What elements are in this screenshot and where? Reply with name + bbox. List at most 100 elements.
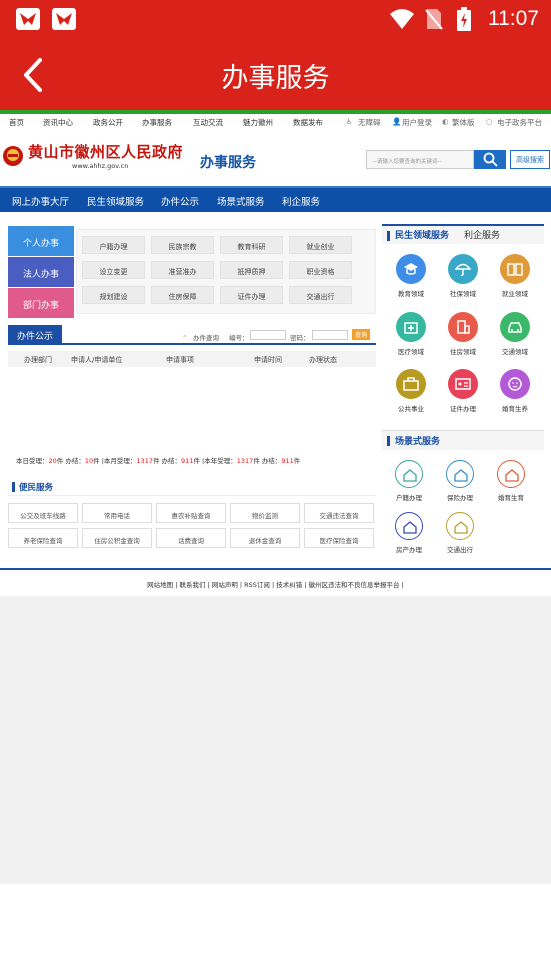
service-item[interactable]: 民族宗教 <box>151 236 214 254</box>
search-input[interactable]: --请输入您要查询的关键词-- <box>366 150 474 169</box>
site-name: 黄山市徽州区人民政府 <box>28 143 184 161</box>
column-header: 办理部门 <box>24 356 52 364</box>
stat-unit: 件 <box>56 457 64 465</box>
household-icon <box>395 460 423 488</box>
convenience-item[interactable]: 物价监测 <box>230 503 300 523</box>
topnav-item-interaction[interactable]: 互动交流 <box>193 117 223 128</box>
accessibility-link[interactable]: 无障碍 <box>358 117 381 128</box>
convenience-item[interactable]: 医疗保险查询 <box>304 528 374 548</box>
stat-today: 20 <box>48 457 57 465</box>
scene-item[interactable]: 房产办理 <box>384 512 434 554</box>
graduation-cap-icon <box>396 254 426 284</box>
mainnav-item-livelihood[interactable]: 民生领域服务 <box>87 194 144 208</box>
topnav-item-services[interactable]: 办事服务 <box>142 117 172 128</box>
convenience-item[interactable]: 退休金查询 <box>230 528 300 548</box>
scene-item[interactable]: 户籍办理 <box>384 460 434 502</box>
tab-livelihood[interactable]: 民生领域服务 <box>395 228 449 241</box>
service-item[interactable]: 证件办理 <box>220 286 283 304</box>
topnav-item-gov-open[interactable]: 政务公开 <box>93 117 123 128</box>
number-input[interactable] <box>250 330 286 340</box>
stat-unit: 件 <box>293 457 301 465</box>
livelihood-item[interactable]: 证件办理 <box>438 369 488 413</box>
section-marker <box>387 231 390 241</box>
livelihood-item[interactable]: 社保领域 <box>438 254 488 298</box>
stat-year: 1317 <box>236 457 254 465</box>
tab-notice[interactable]: 办件公示 <box>8 325 62 345</box>
insurance-icon <box>446 460 474 488</box>
mainnav-item-scene[interactable]: 场景式服务 <box>217 194 265 208</box>
app-bar: 办事服务 <box>0 38 551 112</box>
clock: 11:07 <box>488 7 539 30</box>
mainnav-item-enterprise[interactable]: 利企服务 <box>282 194 320 208</box>
convenience-item[interactable]: 住房公积金查询 <box>82 528 152 548</box>
transport-icon <box>446 512 474 540</box>
service-item[interactable]: 准营准办 <box>151 261 214 279</box>
topnav-item-charm[interactable]: 魅力徽州 <box>243 117 273 128</box>
service-item[interactable]: 户籍办理 <box>82 236 145 254</box>
service-item[interactable]: 抵押质押 <box>220 261 283 279</box>
topnav-item-data[interactable]: 数据发布 <box>293 117 323 128</box>
convenience-item[interactable]: 惠农补贴查询 <box>156 503 226 523</box>
platform-icon: ○ <box>486 117 493 126</box>
main-nav: 网上办事大厅 民生领域服务 办件公示 场景式服务 利企服务 <box>0 186 551 212</box>
section-marker <box>12 482 15 492</box>
scene-item[interactable]: 婚育生育 <box>486 460 536 502</box>
advanced-search-button[interactable]: 高级搜索 <box>510 150 550 169</box>
scene-item[interactable]: 保险办理 <box>435 460 485 502</box>
query-button[interactable]: 查询 <box>352 329 370 340</box>
tab-department[interactable]: 部门办事 <box>8 288 74 318</box>
status-bar: 11:07 <box>0 0 551 38</box>
convenience-item[interactable]: 话费查询 <box>156 528 226 548</box>
livelihood-label: 证件办理 <box>450 405 476 413</box>
tab-legal-person[interactable]: 法人办事 <box>8 257 74 287</box>
livelihood-item[interactable]: 婚育生养 <box>490 369 540 413</box>
convenience-header: 便民服务 <box>8 480 376 496</box>
search-button[interactable] <box>474 150 506 169</box>
service-item[interactable]: 住房保障 <box>151 286 214 304</box>
search-icon: ⌕ <box>183 332 187 340</box>
briefcase-icon <box>396 369 426 399</box>
service-item[interactable]: 交通出行 <box>289 286 352 304</box>
service-item[interactable]: 设立变更 <box>82 261 145 279</box>
marriage-icon <box>497 460 525 488</box>
scene-item[interactable]: 交通出行 <box>435 512 485 554</box>
footer-links[interactable]: 网站地图 | 联系我们 | 网站声明 | RSS订阅 | 技术纠错 | 徽州区违… <box>0 570 551 596</box>
tab-personal[interactable]: 个人办事 <box>8 226 74 256</box>
convenience-item[interactable]: 养老保险查询 <box>8 528 78 548</box>
livelihood-item[interactable]: 医疗领域 <box>386 312 436 356</box>
left-tabs: 个人办事 法人办事 部门办事 <box>8 226 74 319</box>
topnav-item-home[interactable]: 首页 <box>9 117 24 128</box>
e-gov-link[interactable]: 电子政务平台 <box>497 117 542 128</box>
stat-unit: 件 <box>152 457 160 465</box>
blank-area <box>0 596 551 884</box>
livelihood-item[interactable]: 就业领域 <box>490 254 540 298</box>
convenience-item[interactable]: 常用电话 <box>82 503 152 523</box>
property-icon <box>395 512 423 540</box>
site-url: www.ahhz.gov.cn <box>72 162 129 170</box>
service-item[interactable]: 职业资格 <box>289 261 352 279</box>
login-link[interactable]: 用户登录 <box>402 117 432 128</box>
service-item[interactable]: 教育科研 <box>220 236 283 254</box>
app-notification-icon <box>52 8 76 30</box>
topnav-item-news[interactable]: 资讯中心 <box>43 117 73 128</box>
stat-unit: 件 <box>93 457 100 465</box>
service-item[interactable]: 就业创业 <box>289 236 352 254</box>
livelihood-label: 住房领域 <box>450 348 476 356</box>
convenience-item[interactable]: 公交及班车线路 <box>8 503 78 523</box>
wifi-icon <box>390 9 414 29</box>
password-input[interactable] <box>312 330 348 340</box>
password-label: 密码： <box>290 334 310 342</box>
tab-enterprise[interactable]: 利企服务 <box>464 228 500 241</box>
livelihood-item[interactable]: 住房领域 <box>438 312 488 356</box>
livelihood-item[interactable]: 教育领域 <box>386 254 436 298</box>
mainnav-item-hall[interactable]: 网上办事大厅 <box>12 194 69 208</box>
livelihood-item[interactable]: 公共事业 <box>386 369 436 413</box>
traditional-link[interactable]: 繁体版 <box>452 117 475 128</box>
scene-header: 场景式服务 <box>382 430 544 450</box>
umbrella-icon <box>448 254 478 284</box>
livelihood-item[interactable]: 交通领域 <box>490 312 540 356</box>
convenience-item[interactable]: 交通违法查询 <box>304 503 374 523</box>
service-item[interactable]: 规划建设 <box>82 286 145 304</box>
mainnav-item-notice[interactable]: 办件公示 <box>161 194 199 208</box>
stat-month-done: 911 <box>181 457 194 465</box>
